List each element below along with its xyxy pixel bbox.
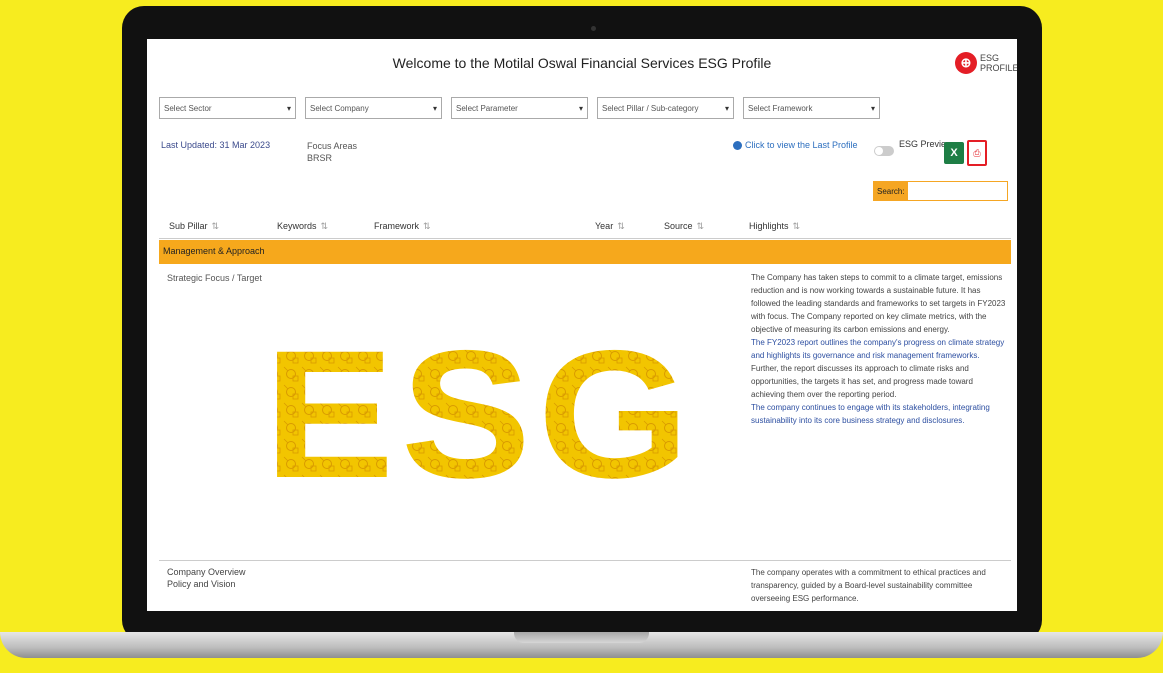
filter-framework[interactable]: Select Framework ▾	[743, 97, 880, 119]
chevron-down-icon: ▾	[724, 103, 729, 113]
app-screen: Welcome to the Motilal Oswal Financial S…	[147, 39, 1017, 611]
header-label: Framework	[374, 221, 420, 231]
focus-label: Focus Areas	[307, 141, 358, 151]
header-sub-pillar[interactable]: Sub Pillar ⇅	[169, 221, 219, 232]
row-sub-pillar: Company Overview Policy and Vision	[167, 566, 246, 590]
header-label: Year	[595, 221, 614, 231]
toggle-knob	[875, 147, 883, 155]
focus-value: BRSR	[307, 153, 333, 163]
row-divider	[159, 560, 1011, 561]
row-highlights: The Company has taken steps to commit to…	[751, 271, 1007, 427]
header-keywords[interactable]: Keywords ⇅	[277, 221, 328, 232]
sort-icon: ⇅	[696, 221, 705, 231]
header-highlights[interactable]: Highlights ⇅	[749, 221, 800, 232]
chevron-down-icon: ▾	[578, 103, 583, 113]
laptop-notch	[514, 632, 649, 643]
sort-icon: ⇅	[792, 221, 801, 231]
highlight-paragraph: Further, the report discusses its approa…	[751, 364, 973, 399]
table-header: Sub Pillar ⇅ Keywords ⇅ Framework ⇅ Year ⇅ S…	[159, 215, 1011, 239]
filter-parameter[interactable]: Select Parameter ▾	[451, 97, 588, 119]
previous-profile-label: Click to view the Last Profile	[745, 140, 858, 150]
info-circle-icon	[733, 140, 742, 150]
row-highlights: The company operates with a commitment t…	[751, 568, 986, 603]
filter-label: Select Parameter	[456, 103, 518, 113]
chevron-down-icon: ▾	[286, 103, 291, 113]
excel-icon[interactable]: X	[944, 142, 964, 164]
filter-sector[interactable]: Select Sector ▾	[159, 97, 296, 119]
highlight-paragraph: The FY2023 report outlines the company's…	[751, 338, 1005, 360]
sort-icon: ⇅	[211, 221, 220, 231]
filter-bar: Select Sector ▾ Select Company ▾ Select Pa…	[159, 97, 880, 119]
esg-graphic: ESG	[264, 329, 696, 489]
filter-company[interactable]: Select Company ▾	[305, 97, 442, 119]
row-subtitle: Policy and Vision	[167, 579, 236, 589]
highlight-paragraph: The company continues to engage with its…	[751, 403, 990, 425]
header-label: Sub Pillar	[169, 221, 208, 231]
header-label: Source	[664, 221, 693, 231]
last-updated: Last Updated: 31 Mar 2023	[161, 140, 271, 150]
logo-text: ESG PROFILE	[980, 53, 1017, 73]
row-title: Company Overview	[167, 567, 246, 577]
header-label: Highlights	[749, 221, 789, 231]
header-year[interactable]: Year ⇅	[595, 221, 625, 232]
filter-label: Select Framework	[748, 103, 813, 113]
search-box: Search:	[873, 181, 1008, 201]
brand-logo: ⊕ ESG PROFILE	[955, 52, 1017, 74]
sort-icon: ⇅	[617, 221, 625, 231]
globe-icon: ⊕	[955, 52, 977, 74]
chevron-down-icon: ▾	[870, 103, 875, 113]
preview-toggle[interactable]	[874, 146, 894, 156]
header-label: Keywords	[277, 221, 317, 231]
page-title: Welcome to the Motilal Oswal Financial S…	[392, 55, 772, 71]
sort-icon: ⇅	[320, 221, 329, 231]
row-sub-pillar: Strategic Focus / Target	[167, 273, 262, 283]
filter-label: Select Sector	[164, 103, 212, 113]
section-header: Management & Approach	[159, 240, 1011, 264]
header-framework[interactable]: Framework ⇅	[374, 221, 431, 232]
sort-icon: ⇅	[423, 221, 431, 231]
search-input[interactable]	[908, 181, 1008, 201]
chevron-down-icon: ▾	[432, 103, 437, 113]
focus-areas: Focus Areas BRSR	[307, 140, 357, 164]
filter-label: Select Pillar / Sub-category	[602, 103, 699, 113]
search-label: Search:	[873, 181, 908, 201]
filter-pillar[interactable]: Select Pillar / Sub-category ▾	[597, 97, 734, 119]
highlight-paragraph: The Company has taken steps to commit to…	[751, 273, 1006, 334]
filter-label: Select Company	[310, 103, 369, 113]
pdf-icon[interactable]: ⎙	[967, 140, 987, 166]
header-source[interactable]: Source ⇅	[664, 221, 704, 232]
camera-dot	[591, 26, 596, 31]
esg-graphic-text: ESG	[264, 329, 696, 489]
previous-profile-link[interactable]: Click to view the Last Profile	[733, 140, 858, 150]
